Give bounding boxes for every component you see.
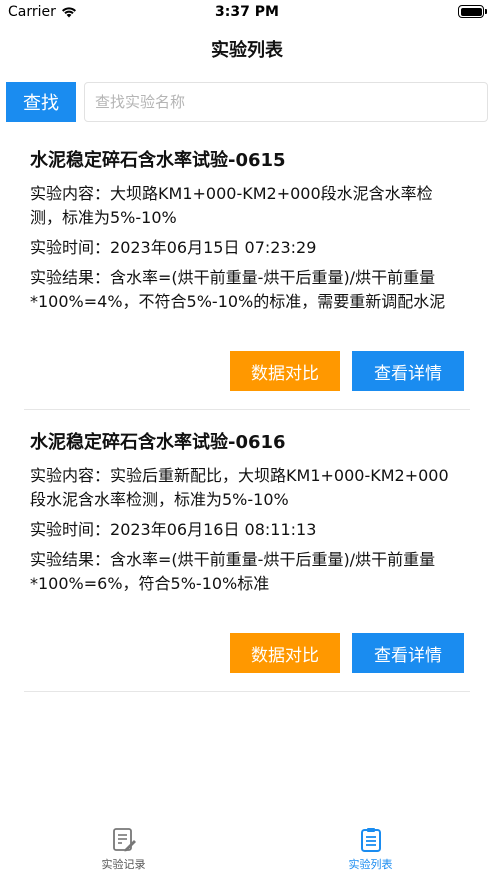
page-title: 实验列表 <box>211 40 283 61</box>
status-time: 3:37 PM <box>215 4 279 20</box>
experiment-content: 实验内容：大坝路KM1+000-KM2+000段水泥含水率检测，标准为5%-10… <box>30 182 464 230</box>
experiment-time: 实验时间：2023年06月15日 07:23:29 <box>30 236 464 260</box>
time-label: 实验时间： <box>30 238 111 257</box>
content-label: 实验内容： <box>30 184 111 203</box>
tab-experiment-records[interactable]: 实验记录 <box>0 820 247 880</box>
card-actions: 数据对比 查看详情 <box>230 633 464 673</box>
tab-experiment-list[interactable]: 实验列表 <box>247 820 494 880</box>
tab-label: 实验记录 <box>101 858 146 871</box>
search-bar: 查找 <box>6 82 488 122</box>
experiment-title: 水泥稳定碎石含水率试验-0615 <box>30 150 286 171</box>
result-label: 实验结果： <box>30 268 111 287</box>
view-details-button[interactable]: 查看详情 <box>352 633 464 673</box>
tab-label: 实验列表 <box>348 858 393 871</box>
experiment-result: 实验结果：含水率=(烘干前重量-烘干后重量)/烘干前重量*100%=4%，不符合… <box>30 266 464 314</box>
clipboard-list-icon <box>360 828 381 852</box>
card-actions: 数据对比 查看详情 <box>230 351 464 391</box>
experiment-time: 实验时间：2023年06月16日 08:11:13 <box>30 518 464 542</box>
battery-icon <box>458 5 487 18</box>
compare-data-button[interactable]: 数据对比 <box>230 351 340 391</box>
compare-data-button[interactable]: 数据对比 <box>230 633 340 673</box>
search-input[interactable] <box>84 82 488 122</box>
experiment-content: 实验内容：实验后重新配比，大坝路KM1+000-KM2+000段水泥含水率检测，… <box>30 464 464 512</box>
time-value: 2023年06月16日 08:11:13 <box>110 520 317 539</box>
status-bar: Carrier 3:37 PM <box>0 0 494 26</box>
time-value: 2023年06月15日 07:23:29 <box>110 238 317 257</box>
experiment-result: 实验结果：含水率=(烘干前重量-烘干后重量)/烘干前重量*100%=6%，符合5… <box>30 548 464 596</box>
result-label: 实验结果： <box>30 550 111 569</box>
time-label: 实验时间： <box>30 520 111 539</box>
experiment-title: 水泥稳定碎石含水率试验-0616 <box>30 432 286 453</box>
content-label: 实验内容： <box>30 466 111 485</box>
experiment-card: 水泥稳定碎石含水率试验-0615 实验内容：大坝路KM1+000-KM2+000… <box>24 140 470 410</box>
experiment-card: 水泥稳定碎石含水率试验-0616 实验内容：实验后重新配比，大坝路KM1+000… <box>24 422 470 692</box>
experiment-list: 水泥稳定碎石含水率试验-0615 实验内容：大坝路KM1+000-KM2+000… <box>0 140 494 692</box>
tab-bar: 实验记录 实验列表 <box>0 820 494 880</box>
view-details-button[interactable]: 查看详情 <box>352 351 464 391</box>
edit-document-icon <box>112 828 136 852</box>
search-button[interactable]: 查找 <box>6 82 76 122</box>
